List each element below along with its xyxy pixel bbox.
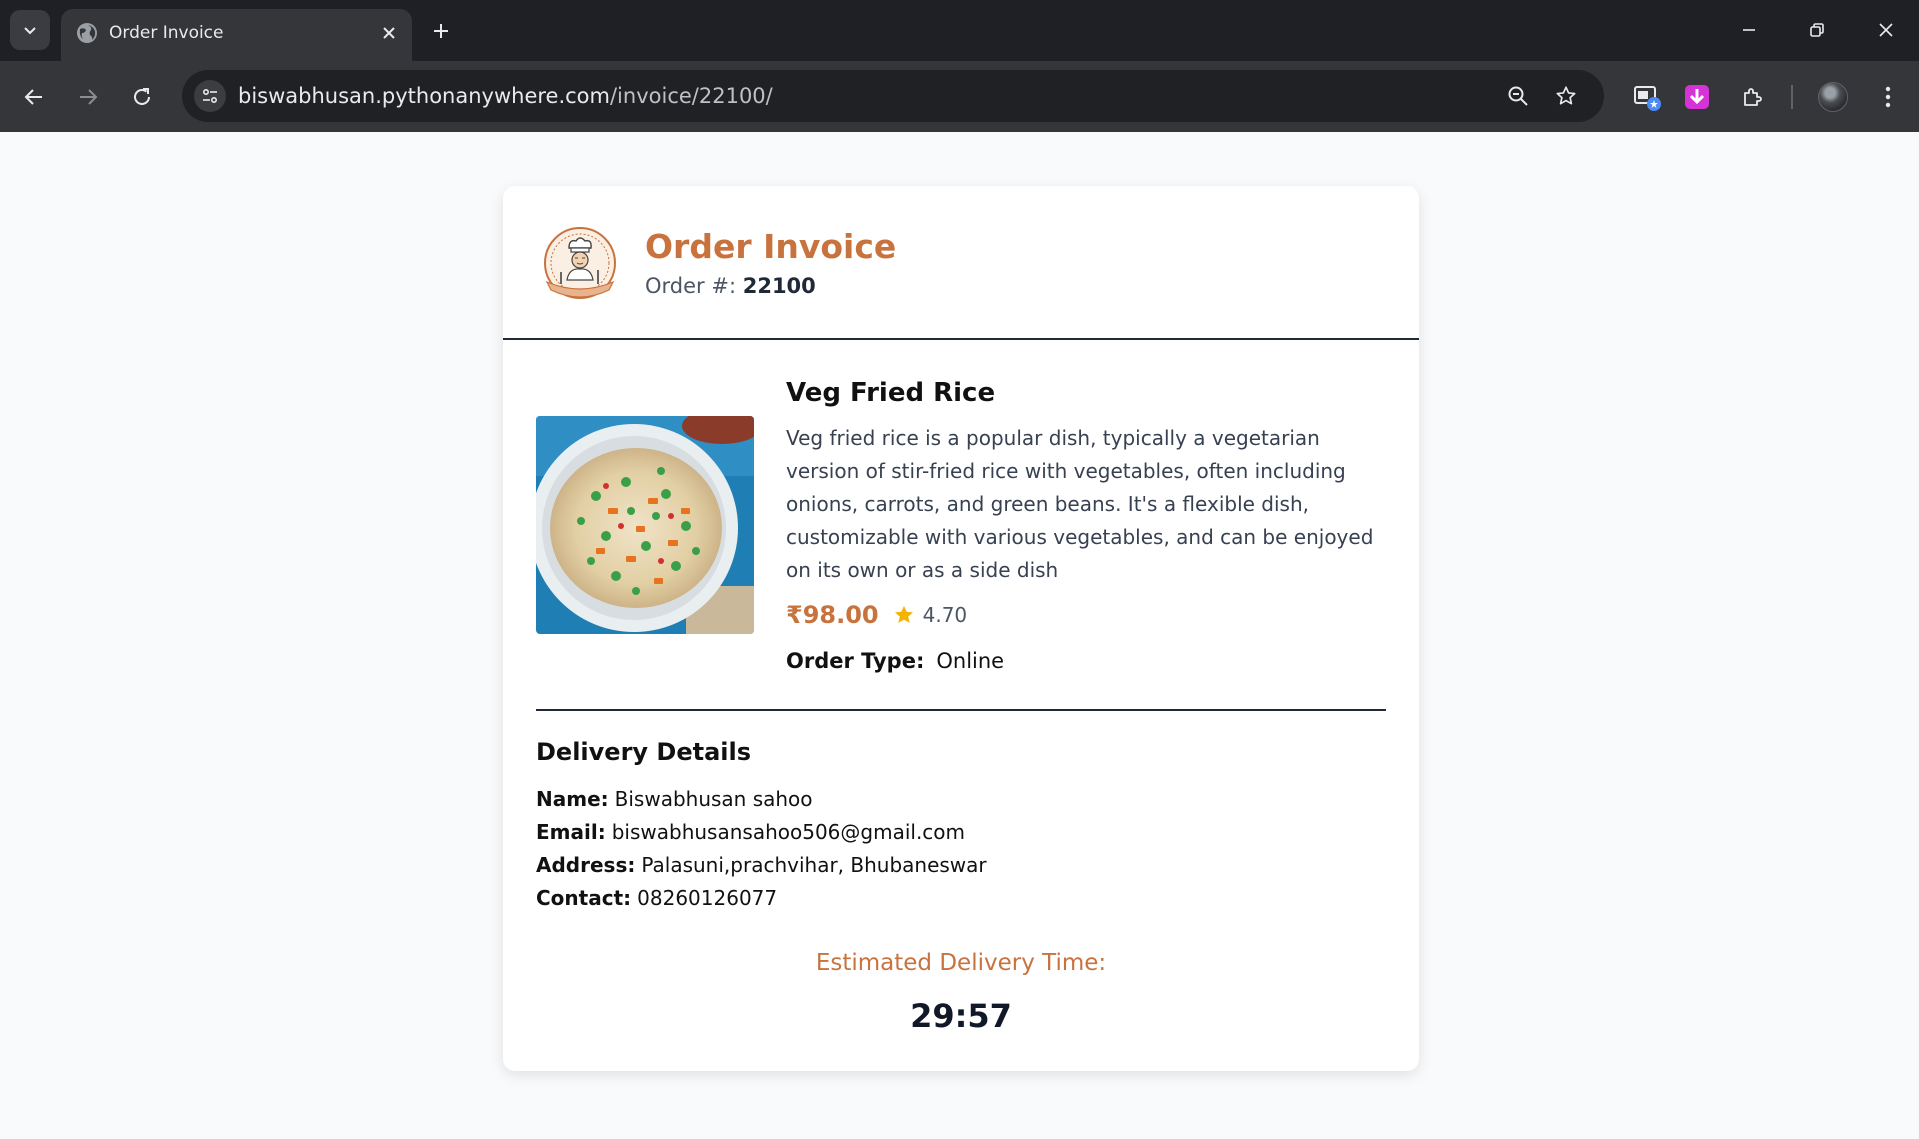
dish-rating: 4.70 — [922, 603, 968, 627]
order-type-value: Online — [936, 649, 1005, 673]
window-star-icon — [1634, 86, 1661, 111]
order-number-value: 22100 — [742, 274, 816, 298]
delivery-details-title: Delivery Details — [536, 738, 752, 766]
reload-icon — [134, 88, 150, 105]
dish-price: ₹98.00 — [786, 601, 879, 629]
chevron-down-icon — [24, 27, 36, 35]
plus-icon — [434, 24, 448, 38]
eta-countdown: 29:57 — [910, 997, 1012, 1035]
tune-icon — [202, 88, 218, 104]
restore-button[interactable] — [1797, 14, 1837, 46]
dish-name: Veg Fried Rice — [786, 378, 996, 408]
avatar — [1818, 82, 1848, 112]
forward-button[interactable] — [68, 77, 108, 117]
browser-tab[interactable]: Order Invoice — [61, 9, 412, 61]
close-icon — [1879, 23, 1893, 37]
minimize-icon — [1743, 29, 1755, 31]
order-number: Order #: 22100 — [645, 272, 816, 300]
order-type-label: Order Type: — [786, 649, 925, 673]
minimize-button[interactable] — [1729, 14, 1769, 46]
invoice-header: Order Invoice Order #: 22100 — [503, 186, 1419, 340]
browser-toolbar: biswabhusan.pythonanywhere.com/invoice/2… — [0, 61, 1919, 132]
chef-logo-icon — [544, 227, 616, 299]
tab-close-button[interactable] — [375, 19, 403, 47]
bookmark-button[interactable] — [1552, 82, 1580, 110]
arrow-left-icon — [24, 89, 42, 105]
delivery-email-value: biswabhusansahoo506@gmail.com — [611, 820, 966, 844]
profile-button[interactable] — [1813, 77, 1853, 117]
tab-title: Order Invoice — [109, 23, 224, 43]
delivery-contact-value: 08260126077 — [637, 886, 778, 910]
toolbar-divider — [1791, 85, 1793, 109]
browser-tabstrip: Order Invoice — [0, 0, 1919, 61]
more-vertical-icon — [1885, 86, 1891, 108]
close-icon — [383, 27, 395, 39]
price-rating-row: ₹98.00 4.70 — [786, 598, 967, 632]
delivery-email: Email: biswabhusansahoo506@gmail.com — [536, 817, 965, 847]
address-bar[interactable]: biswabhusan.pythonanywhere.com/invoice/2… — [182, 70, 1604, 122]
delivery-address-label: Address: — [536, 853, 636, 877]
url-host: biswabhusan.pythonanywhere.com — [238, 84, 610, 108]
eta-label: Estimated Delivery Time: — [815, 950, 1107, 976]
food-image — [536, 416, 754, 634]
star-icon — [894, 605, 913, 623]
arrow-right-icon — [80, 89, 98, 105]
order-type: Order Type: Online — [786, 646, 1004, 676]
invoice-card: Order Invoice Order #: 22100 Veg Fried R… — [503, 186, 1419, 1071]
close-window-button[interactable] — [1866, 14, 1906, 46]
delivery-email-label: Email: — [536, 820, 606, 844]
delivery-contact: Contact: 08260126077 — [536, 883, 777, 913]
delivery-name-value: Biswabhusan sahoo — [614, 787, 813, 811]
star-outline-icon — [1556, 86, 1576, 105]
page-title: Order Invoice — [645, 227, 897, 266]
back-button[interactable] — [14, 77, 54, 117]
dish-description: Veg fried rice is a popular dish, typica… — [786, 426, 1374, 582]
site-info-button[interactable] — [194, 80, 226, 112]
download-extension-button[interactable] — [1677, 77, 1717, 117]
browser-menu-button[interactable] — [1868, 77, 1908, 117]
zoom-button[interactable] — [1504, 82, 1532, 110]
tab-search-extension-button[interactable] — [1627, 77, 1667, 117]
reload-button[interactable] — [122, 77, 162, 117]
globe-icon — [77, 23, 97, 43]
download-icon — [1685, 85, 1709, 109]
delivery-name: Name: Biswabhusan sahoo — [536, 784, 813, 814]
delivery-address: Address: Palasuni,prachvihar, Bhubaneswar — [536, 850, 987, 880]
url-text[interactable]: biswabhusan.pythonanywhere.com/invoice/2… — [238, 83, 773, 109]
section-divider — [536, 709, 1386, 711]
tab-search-button[interactable] — [10, 10, 50, 50]
url-path: /invoice/22100/ — [609, 84, 773, 108]
delivery-contact-label: Contact: — [536, 886, 632, 910]
restore-icon — [1810, 23, 1824, 37]
delivery-name-label: Name: — [536, 787, 609, 811]
puzzle-icon — [1744, 88, 1762, 106]
extensions-button[interactable] — [1733, 77, 1773, 117]
zoom-out-icon — [1508, 86, 1528, 106]
delivery-address-value: Palasuni,prachvihar, Bhubaneswar — [641, 853, 987, 877]
new-tab-button[interactable] — [426, 16, 456, 46]
order-number-label: Order #: — [645, 274, 737, 298]
